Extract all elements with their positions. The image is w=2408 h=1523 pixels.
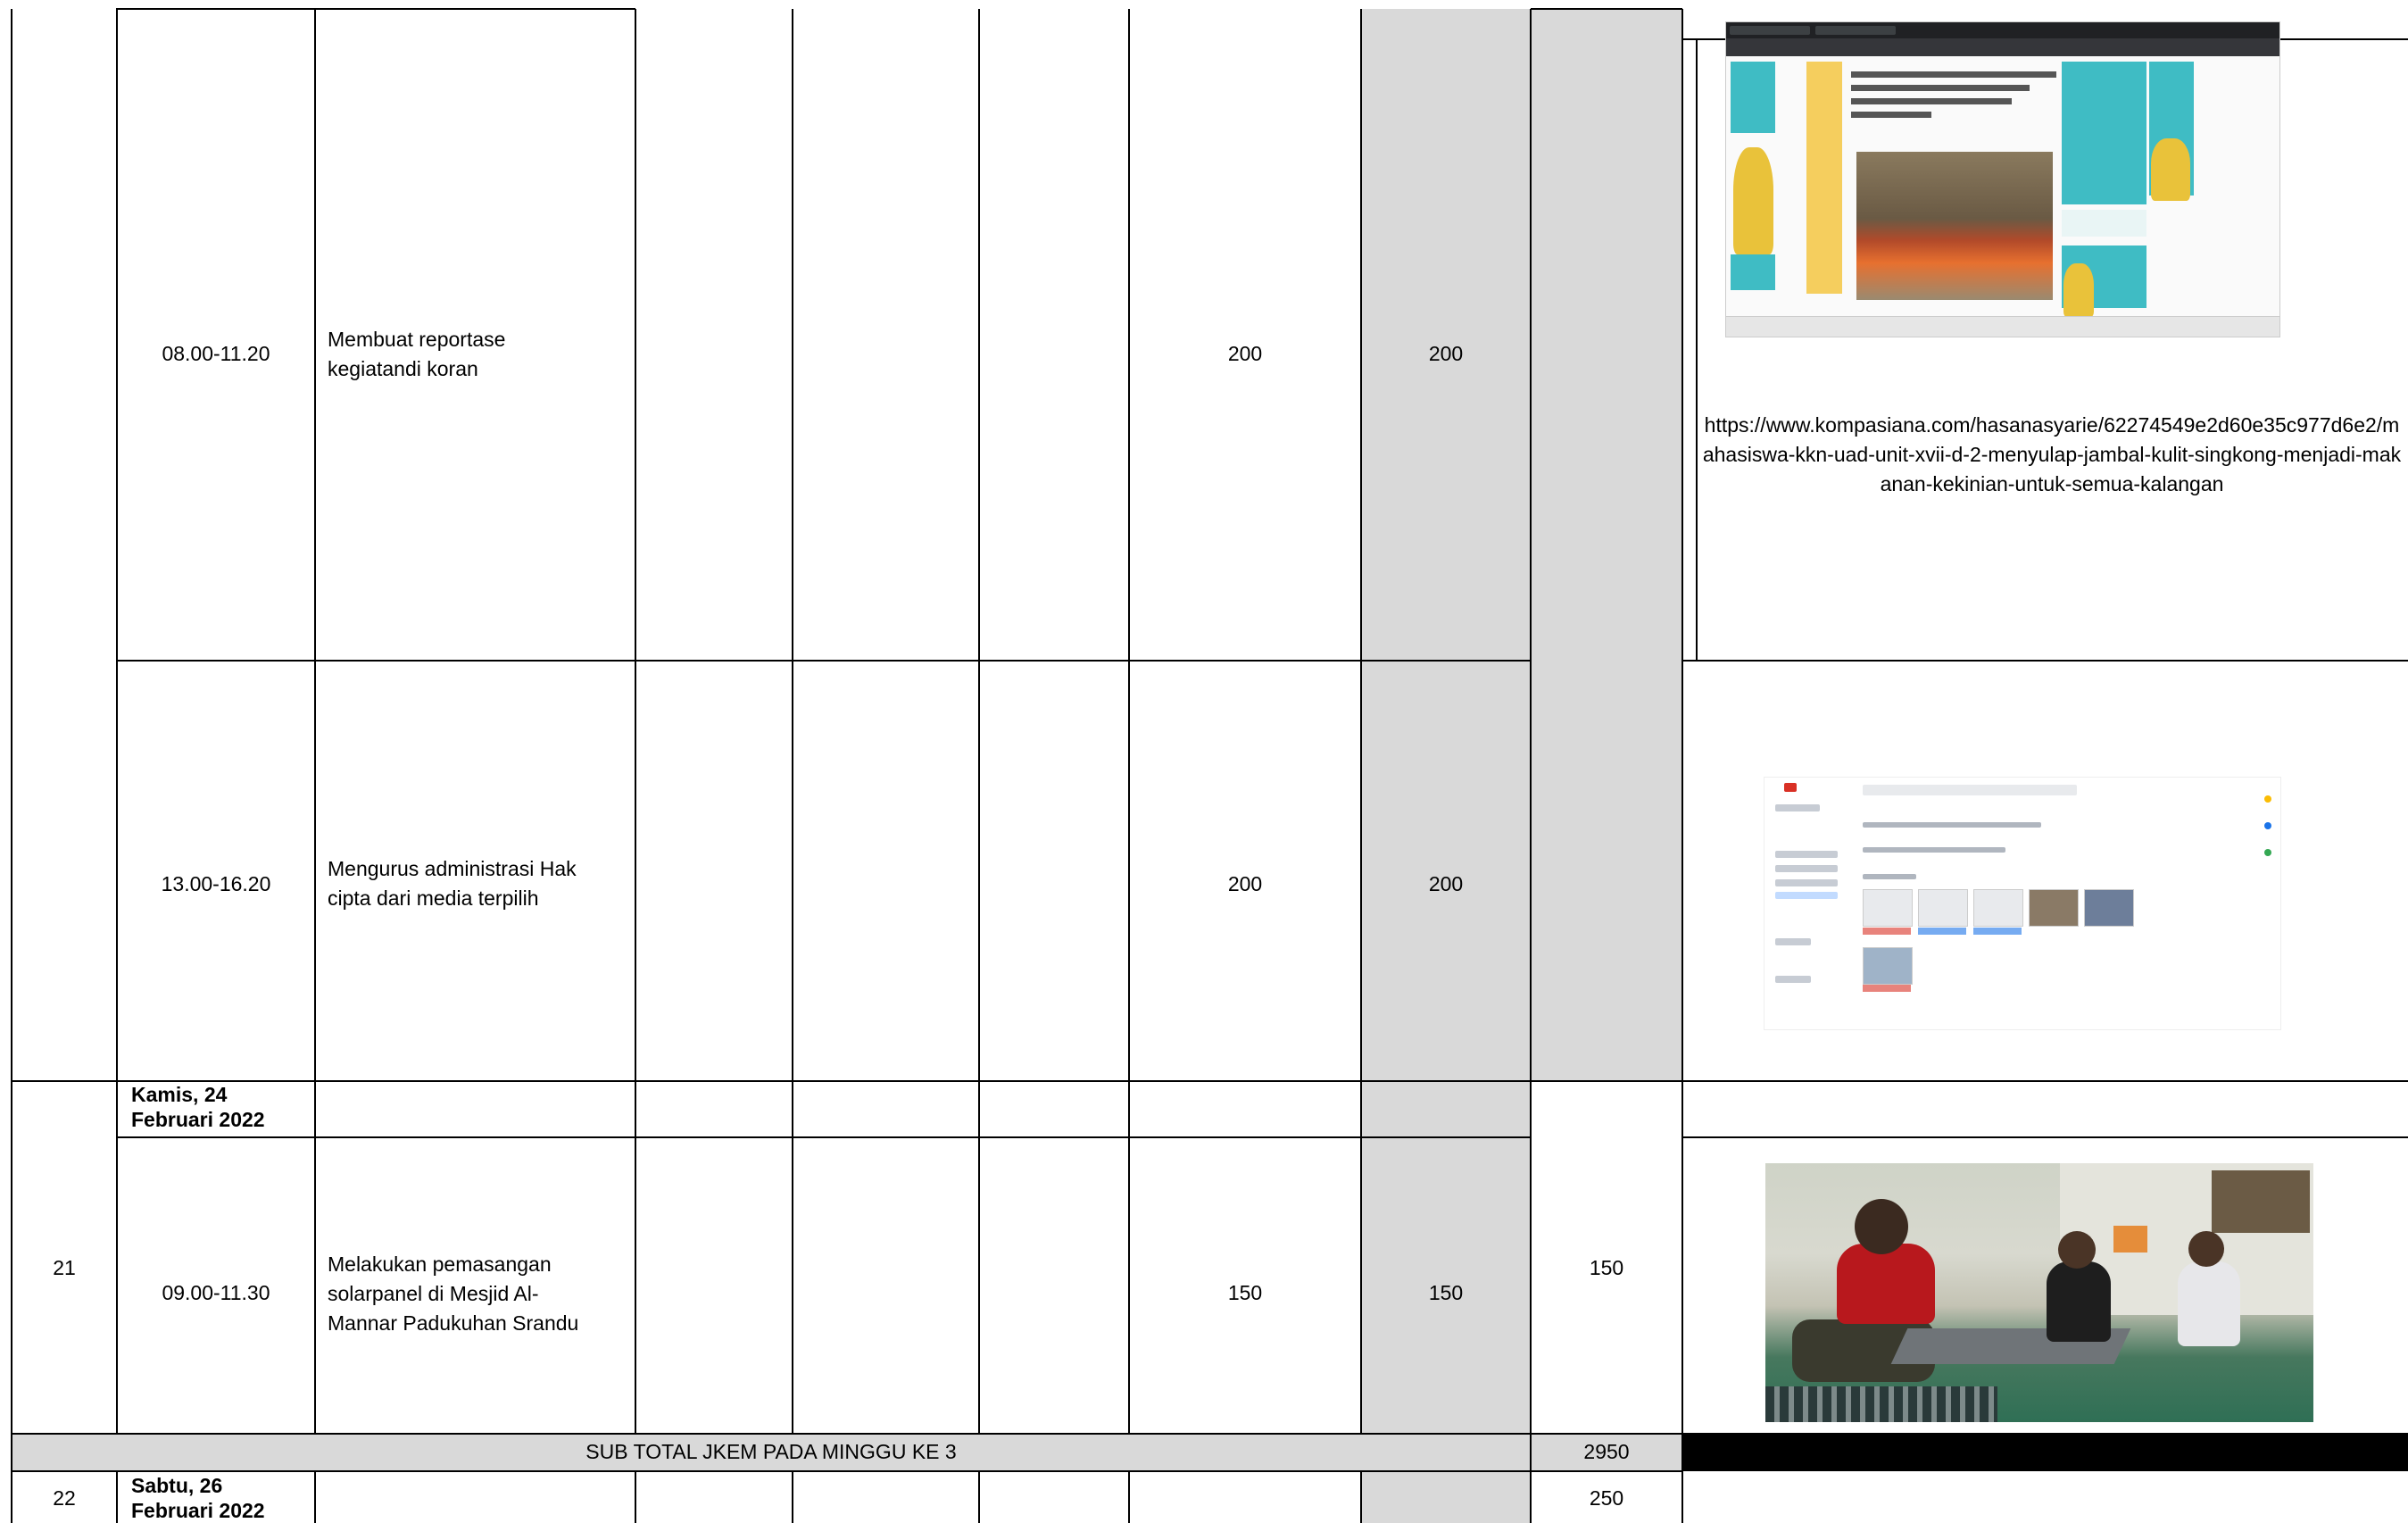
taskbar [1726, 316, 2279, 337]
subtotal-label: SUB TOTAL JKEM PADA MINGGU KE 3 [585, 1440, 957, 1463]
grid-line [1128, 9, 1130, 1434]
evidence-screenshot-news-article [1725, 21, 2280, 337]
jkem-column-shade [1361, 9, 1531, 1434]
day-total: 150 [1589, 1256, 1624, 1279]
row-date: Sabtu, 26 Februari 2022 [131, 1474, 265, 1522]
grid-line [635, 9, 636, 1434]
entry-jkem-total: 150 [1428, 1281, 1464, 1304]
grid-line [11, 1433, 2408, 1435]
subtotal-evidence-blackout [1682, 1434, 2408, 1471]
grid-line [635, 1471, 636, 1523]
browser-tab-bar [1726, 22, 2279, 38]
grid-line [116, 660, 1531, 662]
grid-line [314, 9, 316, 1434]
browser-url-bar [1726, 38, 2279, 56]
row-number: 22 [53, 1486, 76, 1510]
grid-line [1360, 1471, 1362, 1523]
grid-line [116, 8, 635, 10]
entry-time: 09.00-11.30 [162, 1281, 270, 1304]
article-photo [1856, 152, 2053, 300]
entry-activity: Melakukan pemasangan solarpanel di Mesji… [328, 1253, 579, 1335]
grid-line [1128, 1471, 1130, 1523]
grid-line [11, 9, 12, 1523]
subtotal-value: 2950 [1583, 1440, 1630, 1463]
entry-activity: Mengurus administrasi Hak cipta dari med… [328, 857, 577, 910]
entry-time: 08.00-11.20 [162, 342, 270, 365]
entry-jkem-value: 150 [1227, 1281, 1263, 1304]
day-total: 250 [1589, 1486, 1624, 1510]
grid-line [11, 1470, 1682, 1472]
grid-line [116, 9, 118, 1434]
entry-jkem-value: 200 [1227, 342, 1263, 365]
grid-line [1530, 9, 1532, 1434]
grid-line [1682, 1136, 2408, 1138]
evidence-screenshot-email [1764, 777, 2281, 1030]
grid-line [792, 1471, 793, 1523]
row-date: Kamis, 24 Februari 2022 [131, 1083, 265, 1131]
grid-line [116, 1471, 118, 1523]
grid-line [978, 9, 980, 1434]
grid-line [1531, 8, 1682, 10]
grid-line [792, 9, 793, 1434]
entry-jkem-value: 200 [1227, 872, 1263, 895]
day-total-column-shade [1531, 9, 1682, 1082]
grid-line [1682, 660, 2408, 662]
entry-jkem-total: 200 [1428, 342, 1464, 365]
row-number: 21 [53, 1256, 76, 1279]
entry-time: 13.00-16.20 [161, 872, 271, 895]
entry-jkem-total: 200 [1428, 872, 1464, 895]
evidence-photo-solar-panel-installation [1765, 1163, 2313, 1422]
grid-line [11, 1080, 2408, 1082]
grid-line [1696, 39, 1698, 661]
entry-activity: Membuat reportase kegiatandi koran [328, 328, 506, 380]
evidence-link[interactable]: https://www.kompasiana.com/hasanasyarie/… [1699, 411, 2404, 499]
grid-line [1681, 9, 1683, 1523]
grid-line [116, 1136, 1531, 1138]
grid-line [978, 1471, 980, 1523]
grid-line [1360, 9, 1362, 1434]
next-row-shade [1361, 1471, 1531, 1523]
grid-line [314, 1471, 316, 1523]
